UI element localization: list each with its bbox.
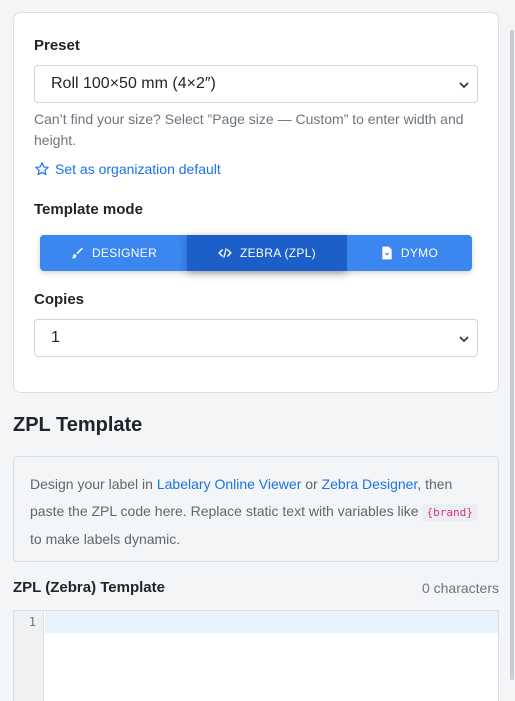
star-icon [35, 162, 49, 176]
zpl-section-title: ZPL Template [13, 414, 143, 436]
mode-dymo-label: DYMO [400, 246, 439, 260]
copies-select-value: 1 [51, 329, 60, 346]
page-scrollbar-thumb[interactable] [510, 30, 514, 680]
zpl-info-box: Design your label in Labelary Online Vie… [13, 456, 499, 562]
mode-designer-button[interactable]: DESIGNER [40, 235, 187, 271]
info-text-pre: Design your label in [30, 476, 157, 492]
preset-help-text: Can’t find your size? Select ”Page size … [34, 111, 464, 148]
page-scrollbar[interactable] [509, 0, 515, 701]
info-text-end: to make labels dynamic. [30, 531, 181, 547]
template-mode-label: Template mode [34, 201, 143, 218]
active-line-highlight [45, 611, 498, 633]
line-number: 1 [28, 615, 36, 629]
mode-zpl-button[interactable]: ZEBRA (ZPL) [187, 235, 347, 271]
mode-zpl-label: ZEBRA (ZPL) [240, 246, 316, 260]
variable-example: {brand} [422, 504, 477, 521]
labelary-link[interactable]: Labelary Online Viewer [157, 476, 302, 492]
preset-label: Preset [34, 37, 80, 54]
zpl-template-label: ZPL (Zebra) Template [13, 579, 165, 596]
set-default-label: Set as organization default [55, 161, 221, 177]
mode-designer-label: DESIGNER [91, 246, 158, 260]
settings-card: Preset Roll 100×50 mm (4×2″) Can’t find … [13, 12, 499, 393]
character-count: 0 characters [421, 580, 499, 596]
set-default-link[interactable]: Set as organization default [34, 161, 221, 177]
preset-select-value: Roll 100×50 mm (4×2″) [51, 75, 216, 92]
zebra-designer-link[interactable]: Zebra Designer [322, 476, 418, 492]
chevron-down-icon [459, 82, 469, 89]
mode-dymo-button[interactable]: DYMO [347, 235, 472, 271]
chevron-down-icon [459, 336, 469, 343]
brush-icon [71, 247, 83, 259]
copies-select[interactable]: 1 [34, 319, 478, 357]
zpl-code-editor[interactable]: 1 [13, 610, 499, 701]
info-text-mid: or [301, 476, 322, 492]
template-mode-toggle: DESIGNER ZEBRA (ZPL) DYMO [40, 235, 472, 271]
preset-select[interactable]: Roll 100×50 mm (4×2″) [34, 65, 478, 103]
file-icon [382, 246, 392, 260]
copies-label: Copies [34, 291, 85, 308]
code-icon [218, 248, 232, 258]
editor-gutter: 1 [14, 611, 44, 701]
